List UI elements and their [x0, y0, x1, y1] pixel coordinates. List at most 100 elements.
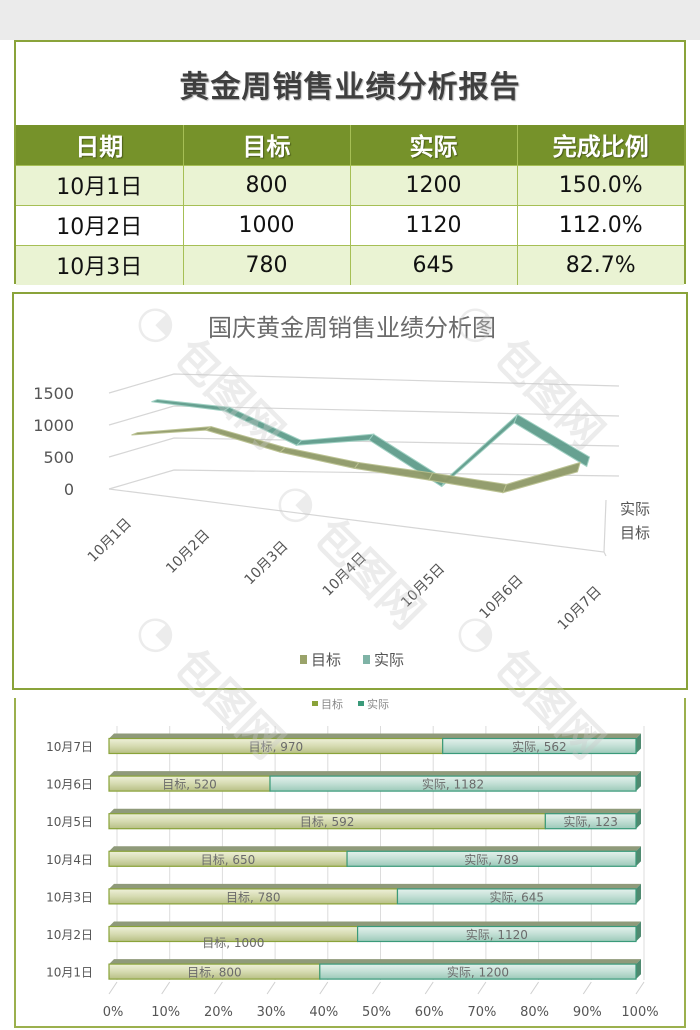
stacked-bar-chart-panel: 目标 实际 目标, 970 实际, 562 目标, 520 实际, 1182 目标, 5… — [14, 697, 686, 1028]
x-tick-label: 10月3日 — [241, 538, 291, 588]
y-tick-label: 1500 — [33, 384, 74, 403]
chart-bars: 目标, 970 实际, 562 目标, 520 实际, 1182 目标, 592 实际, … — [108, 733, 641, 980]
cell-target: 780 — [183, 244, 351, 285]
series-ribbon-actual — [513, 413, 591, 468]
bar-data-label-target: 目标, 520 — [162, 778, 217, 792]
sales-table: 日期 目标 实际 完成比例 10月1日 800 1200 150.0% 10月2… — [16, 125, 684, 285]
gridline-foot — [635, 981, 645, 995]
top-band — [0, 0, 700, 40]
x-tick-label: 20% — [204, 1005, 233, 1020]
bar-top-face — [109, 808, 641, 814]
line-chart-3d-panel: 国庆黄金周销售业绩分析图 0 500 1000 1500 10月1日 10月2日 10月3… — [12, 292, 688, 690]
x-tick-label: 60% — [415, 1005, 444, 1020]
bar-top-face — [109, 883, 641, 889]
x-tick-label: 50% — [362, 1005, 391, 1020]
y-tick-label: 10月3日 — [46, 890, 93, 904]
gridline-foot — [266, 981, 276, 995]
stacked-bar-chart: 目标 实际 目标, 970 实际, 562 目标, 520 实际, 1182 目标, 5… — [46, 697, 659, 1020]
depth-label-actual: 实际 — [620, 500, 650, 518]
bar-data-label-target: 目标, 1000 — [202, 936, 264, 950]
gridline-foot — [424, 981, 434, 995]
y-tick-label: 10月4日 — [46, 853, 93, 867]
y-tick-label: 10月1日 — [46, 966, 93, 980]
gridline-foot — [372, 981, 381, 995]
x-tick-label: 10月6日 — [476, 572, 526, 622]
y-axis-ticks: 10月7日 10月6日 10月5日 10月4日 10月3日 10月2日 10月1日 — [46, 740, 93, 980]
bar-top-face — [109, 846, 641, 852]
legend-label-actual: 实际 — [367, 698, 389, 711]
gridline — [108, 405, 620, 426]
bar-data-label-actual: 实际, 123 — [563, 814, 618, 829]
y-tick-label: 1000 — [33, 416, 74, 435]
y-tick-label: 500 — [43, 448, 74, 467]
x-tick-label: 10月4日 — [320, 550, 370, 600]
x-tick-label: 0% — [103, 1005, 124, 1020]
series-ribbon-target — [279, 446, 360, 469]
cell-target: 800 — [183, 164, 351, 205]
y-tick-label: 10月7日 — [46, 740, 93, 754]
y-tick-label: 0 — [64, 480, 74, 499]
legend-swatch-target — [312, 701, 318, 706]
legend-swatch-actual — [358, 701, 364, 706]
legend-swatch-target — [300, 655, 307, 664]
table-row: 10月3日 780 645 82.7% — [16, 244, 684, 285]
table-header-row: 日期 目标 实际 完成比例 — [16, 125, 684, 165]
bar-top-face — [109, 921, 641, 927]
x-axis-ticks: 0% 10% 20% 30% 40% 50% 60% 70% 80% 90% 100% — [103, 1005, 659, 1020]
series-ribbon-actual — [295, 433, 375, 446]
gridline-foot — [161, 981, 171, 995]
y-axis-ticks: 0 500 1000 1500 — [33, 384, 74, 499]
col-header-date: 日期 — [16, 125, 184, 165]
chart-legend: 目标 实际 — [300, 651, 404, 669]
bar-data-label-actual: 实际, 562 — [512, 739, 567, 754]
x-tick-label: 10月1日 — [85, 516, 135, 566]
x-tick-label: 10月2日 — [163, 527, 213, 577]
bar-data-label-actual: 实际, 645 — [489, 889, 544, 904]
cell-ratio: 112.0% — [517, 204, 684, 245]
bar-data-label-target: 目标, 650 — [201, 853, 256, 867]
bar-data-label-actual: 实际, 1200 — [447, 965, 509, 980]
col-header-ratio: 完成比例 — [517, 125, 684, 165]
x-tick-label: 10月7日 — [555, 584, 605, 634]
x-axis-ticks: 10月1日 10月2日 10月3日 10月4日 10月5日 10月6日 10月7日 — [85, 516, 605, 634]
legend-swatch-actual — [363, 655, 370, 664]
chart-title: 国庆黄金周销售业绩分析图 — [208, 314, 496, 342]
cell-date: 10月1日 — [16, 164, 184, 205]
bar-data-label-actual: 实际, 1120 — [466, 927, 528, 942]
x-tick-label: 90% — [573, 1005, 602, 1020]
cell-ratio: 82.7% — [517, 244, 684, 285]
gridline-foot — [213, 981, 223, 995]
col-header-actual: 实际 — [350, 125, 518, 165]
x-tick-label: 40% — [309, 1005, 338, 1020]
report-title: 黄金周销售业绩分析报告 — [179, 69, 521, 105]
legend-label-target: 目标 — [311, 651, 341, 669]
cell-actual: 645 — [350, 244, 518, 285]
series-ribbon-target — [502, 461, 581, 494]
x-tick-label: 80% — [520, 1005, 549, 1020]
bar-data-label-target: 目标, 780 — [226, 890, 281, 904]
cell-target: 1000 — [183, 204, 351, 245]
x-tick-label: 10月5日 — [398, 561, 448, 611]
floor-side — [603, 499, 607, 553]
bar-top-face — [109, 959, 641, 965]
bar-top-face — [109, 733, 641, 739]
legend-label-actual: 实际 — [374, 651, 404, 669]
x-tick-label: 70% — [467, 1005, 496, 1020]
gridline-foot — [319, 981, 329, 995]
bar-data-label-target: 目标, 970 — [249, 740, 304, 754]
table-row: 10月1日 800 1200 150.0% — [16, 164, 684, 205]
bar-data-label-actual: 实际, 1182 — [422, 777, 484, 792]
cell-actual: 1200 — [350, 164, 518, 205]
gridline — [108, 373, 620, 394]
gridline-foot — [477, 981, 487, 995]
cell-actual: 1120 — [350, 204, 518, 245]
gridline-foot — [530, 981, 540, 995]
gridline-foot — [108, 981, 118, 995]
y-tick-label: 10月5日 — [46, 815, 93, 829]
cell-date: 10月3日 — [16, 244, 184, 285]
series-ribbon-target — [131, 426, 212, 436]
depth-label-target: 目标 — [620, 524, 650, 542]
x-tick-label: 100% — [621, 1005, 658, 1020]
bar-data-label-target: 目标, 592 — [300, 815, 355, 829]
legend-label-target: 目标 — [321, 698, 343, 711]
